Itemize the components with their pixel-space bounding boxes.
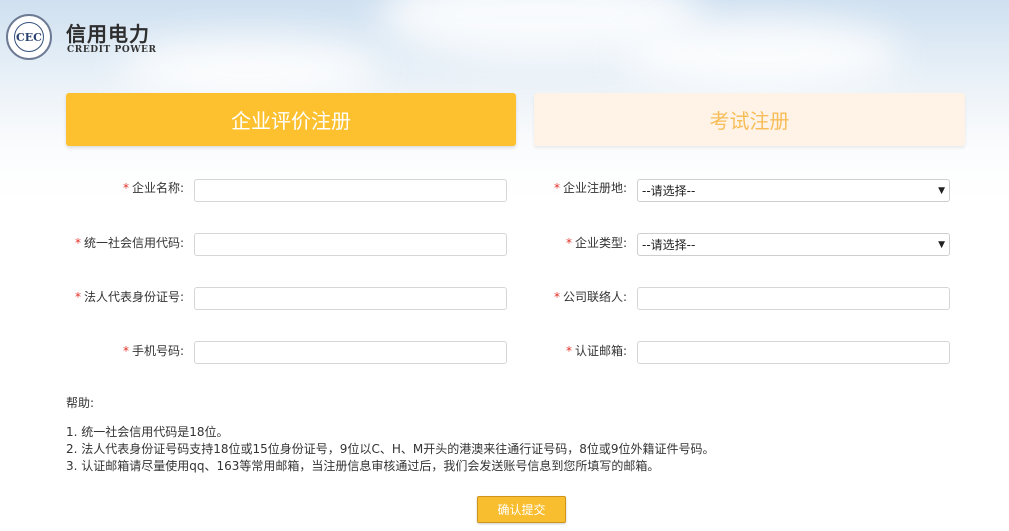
label-text: 企业注册地: bbox=[562, 181, 627, 195]
required-mark: * bbox=[565, 236, 572, 250]
tab-enterprise-registration[interactable]: 企业评价注册 bbox=[66, 93, 516, 146]
background-cloud bbox=[120, 40, 380, 100]
select-value: --请选择-- bbox=[642, 238, 696, 252]
logo-emblem: CEC bbox=[6, 14, 52, 60]
label-text: 企业名称: bbox=[131, 181, 184, 195]
required-mark: * bbox=[122, 344, 129, 358]
company-type-label: * 企业类型: bbox=[457, 236, 627, 250]
label-text: 法人代表身份证号: bbox=[83, 290, 184, 304]
required-mark: * bbox=[74, 236, 81, 250]
required-mark: * bbox=[74, 290, 81, 304]
submit-button[interactable]: 确认提交 bbox=[477, 496, 566, 523]
contact-label: * 公司联络人: bbox=[457, 290, 627, 304]
dropdown-arrow-icon: ▼ bbox=[938, 239, 945, 250]
help-line-2: 2. 法人代表身份证号码支持18位或15位身份证号，9位以C、H、M开头的港澳来… bbox=[66, 442, 715, 456]
label-text: 手机号码: bbox=[131, 344, 184, 358]
reg-place-select[interactable]: --请选择-- ▼ bbox=[637, 179, 950, 202]
select-value: --请选择-- bbox=[642, 184, 696, 198]
contact-input[interactable] bbox=[637, 287, 950, 310]
required-mark: * bbox=[553, 181, 560, 195]
help-line-3: 3. 认证邮箱请尽量使用qq、163等常用邮箱，当注册信息审核通过后，我们会发送… bbox=[66, 459, 660, 473]
required-mark: * bbox=[553, 290, 560, 304]
email-input[interactable] bbox=[637, 341, 950, 364]
help-line-1: 1. 统一社会信用代码是18位。 bbox=[66, 425, 229, 439]
label-text: 公司联络人: bbox=[562, 290, 627, 304]
label-text: 统一社会信用代码: bbox=[83, 236, 184, 250]
help-title: 帮助: bbox=[66, 396, 95, 410]
logo-icon: CEC bbox=[14, 22, 44, 52]
required-mark: * bbox=[122, 181, 129, 195]
email-label: * 认证邮箱: bbox=[457, 344, 627, 358]
tab-exam-registration[interactable]: 考试注册 bbox=[534, 93, 965, 146]
label-text: 认证邮箱: bbox=[574, 344, 627, 358]
credit-code-label: * 统一社会信用代码: bbox=[14, 236, 184, 250]
phone-label: * 手机号码: bbox=[14, 344, 184, 358]
dropdown-arrow-icon: ▼ bbox=[938, 185, 945, 196]
brand-subtitle: CREDIT POWER bbox=[67, 45, 157, 55]
reg-place-label: * 企业注册地: bbox=[457, 181, 627, 195]
required-mark: * bbox=[565, 344, 572, 358]
legal-id-label: * 法人代表身份证号: bbox=[14, 290, 184, 304]
brand-name: 信用电力 bbox=[66, 22, 150, 46]
background-cloud bbox=[620, 20, 900, 90]
label-text: 企业类型: bbox=[574, 236, 627, 250]
company-name-label: * 企业名称: bbox=[14, 181, 184, 195]
company-type-select[interactable]: --请选择-- ▼ bbox=[637, 233, 950, 256]
